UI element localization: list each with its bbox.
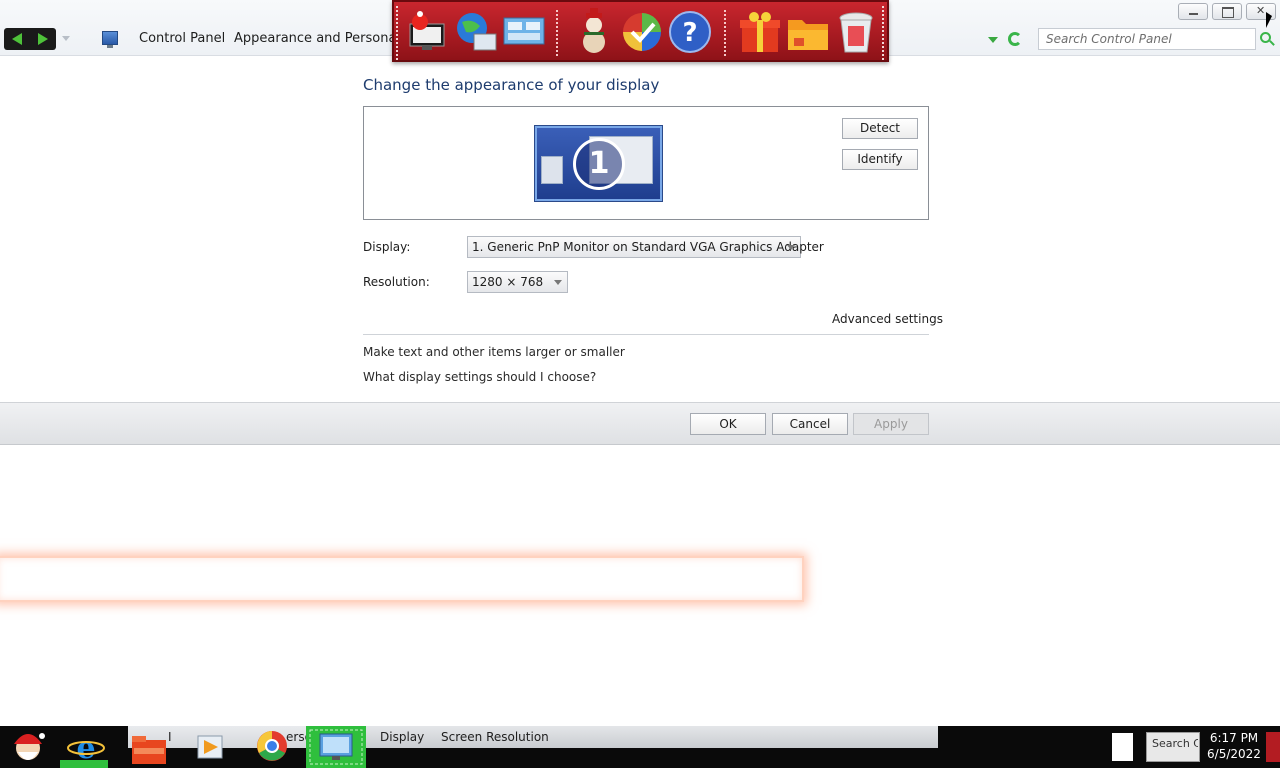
refresh-icon[interactable]: [1008, 32, 1022, 46]
address-dropdown-icon[interactable]: [988, 37, 998, 43]
taskbar: e I erso Display Screen Resolution Searc…: [0, 726, 1280, 768]
media-player-icon[interactable]: [184, 726, 236, 768]
display-help-link[interactable]: What display settings should I choose?: [363, 370, 596, 384]
maximize-button[interactable]: [1212, 3, 1242, 20]
advanced-settings-link[interactable]: Advanced settings: [832, 312, 943, 326]
monitor-1-thumbnail[interactable]: 1: [535, 126, 662, 201]
monitor-thumb-window-icon: [541, 156, 563, 184]
clock-date: 6/5/2022: [1207, 747, 1261, 761]
start-santa-icon[interactable]: [2, 726, 54, 768]
recent-pages-chevron-icon[interactable]: [62, 36, 70, 41]
recycle-bin-icon[interactable]: [832, 8, 880, 56]
dock: ?: [392, 0, 889, 62]
display-select[interactable]: 1. Generic PnP Monitor on Standard VGA G…: [467, 236, 824, 258]
detect-button[interactable]: Detect: [842, 118, 918, 139]
divider: [363, 334, 929, 335]
page-title: Change the appearance of your display: [363, 76, 660, 94]
chevron-down-icon: [787, 245, 795, 250]
nav-buttons: [4, 28, 56, 50]
highlight-bar: [0, 556, 804, 602]
taskbar-item-screen-resolution[interactable]: Screen Resolution: [441, 730, 549, 744]
gift-icon[interactable]: [736, 8, 784, 56]
taskbar-blank-button[interactable]: [1112, 733, 1133, 761]
network-icon[interactable]: [500, 8, 548, 56]
svg-text:?: ?: [682, 18, 697, 48]
command-bar: OK Cancel Apply: [0, 402, 1280, 445]
show-desktop-button[interactable]: [1266, 732, 1280, 762]
dock-separator: [724, 10, 726, 56]
dock-right-edge: [882, 6, 885, 60]
display-select-value: 1. Generic PnP Monitor on Standard VGA G…: [472, 240, 824, 254]
folder-icon[interactable]: [784, 8, 832, 56]
globe-computer-icon[interactable]: [452, 8, 500, 56]
back-arrow-icon[interactable]: [12, 33, 22, 45]
display-label: Display:: [363, 240, 411, 254]
mouse-cursor-icon: [1266, 12, 1272, 28]
snowman-icon[interactable]: [570, 8, 618, 56]
chevron-down-icon: [554, 280, 562, 285]
resolution-select[interactable]: 1280 × 768: [467, 271, 568, 293]
dock-separator: [556, 10, 558, 56]
clock[interactable]: 6:17 PM 6/5/2022: [1206, 730, 1262, 762]
minimize-button[interactable]: [1178, 3, 1208, 20]
svg-text:e: e: [76, 731, 95, 766]
control-panel-icon: [102, 31, 118, 48]
internet-explorer-icon[interactable]: e: [58, 726, 110, 768]
tray-thumbnail-label: Search Co: [1152, 737, 1198, 750]
ok-button[interactable]: OK: [690, 413, 766, 435]
breadcrumb-control-panel[interactable]: Control Panel: [139, 31, 225, 46]
file-explorer-icon[interactable]: [122, 726, 174, 768]
help-icon[interactable]: ?: [666, 8, 714, 56]
apply-button[interactable]: Apply: [853, 413, 929, 435]
shield-icon[interactable]: [618, 8, 666, 56]
monitor-number: 1: [573, 138, 625, 190]
display-settings-taskbar-icon[interactable]: [306, 726, 366, 768]
search-icon[interactable]: [1260, 32, 1271, 43]
monitor-arrangement-panel: 1 Detect Identify: [363, 106, 929, 220]
identify-button[interactable]: Identify: [842, 149, 918, 170]
breadcrumb-appearance[interactable]: Appearance and Personalization: [234, 31, 394, 46]
resolution-label: Resolution:: [363, 275, 430, 289]
taskbar-label-partial: I: [168, 730, 172, 744]
clock-time: 6:17 PM: [1209, 731, 1259, 745]
search-input[interactable]: Search Control Panel: [1038, 28, 1256, 50]
text-size-link[interactable]: Make text and other items larger or smal…: [363, 345, 625, 359]
resolution-select-value: 1280 × 768: [472, 275, 544, 289]
dock-left-edge: [396, 6, 399, 60]
santa-screen-icon[interactable]: [404, 8, 452, 56]
forward-arrow-icon[interactable]: [38, 33, 48, 45]
cancel-button[interactable]: Cancel: [772, 413, 848, 435]
taskbar-label-partial: erso: [286, 730, 306, 744]
taskbar-item-display[interactable]: Display: [380, 730, 424, 744]
